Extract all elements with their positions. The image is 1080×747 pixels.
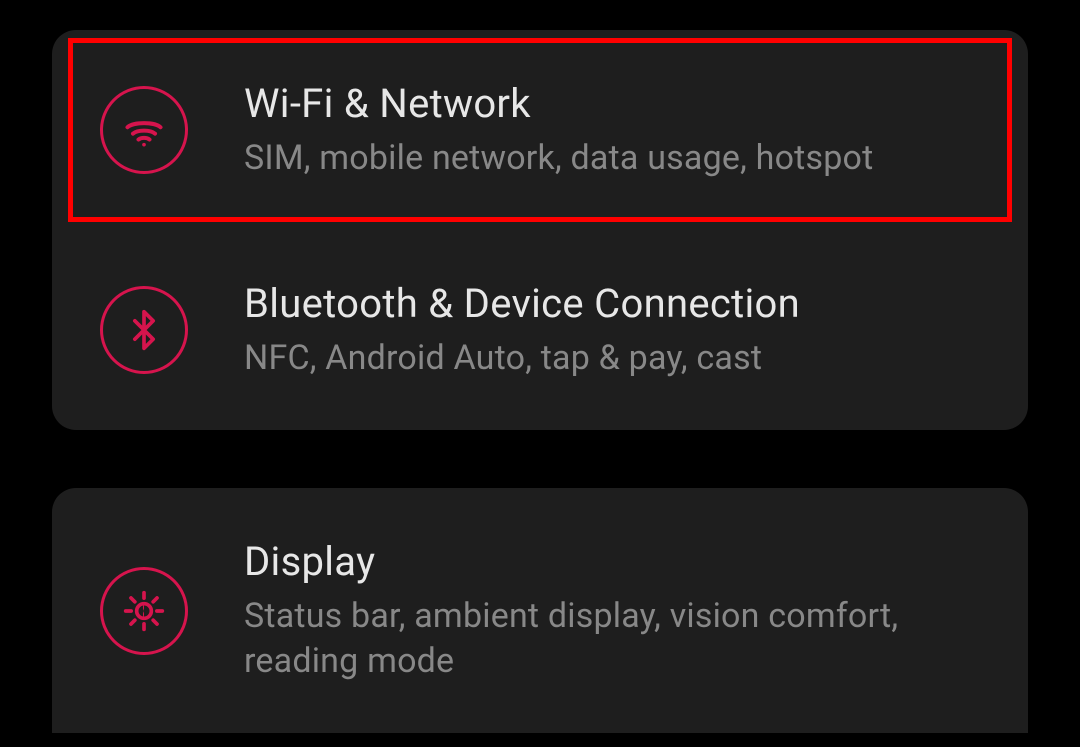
item-subtitle: SIM, mobile network, data usage, hotspot (244, 136, 873, 180)
item-subtitle: Status bar, ambient display, vision comf… (244, 594, 988, 682)
wifi-icon (100, 86, 188, 174)
item-text-block: Bluetooth & Device Connection NFC, Andro… (244, 280, 800, 380)
settings-card-network: Wi-Fi & Network SIM, mobile network, dat… (52, 30, 1028, 430)
settings-item-display[interactable]: Display Status bar, ambient display, vis… (52, 488, 1028, 732)
item-text-block: Display Status bar, ambient display, vis… (244, 538, 988, 682)
bluetooth-icon (100, 286, 188, 374)
item-text-block: Wi-Fi & Network SIM, mobile network, dat… (244, 80, 873, 180)
item-subtitle: NFC, Android Auto, tap & pay, cast (244, 336, 800, 380)
item-title: Bluetooth & Device Connection (244, 280, 800, 328)
settings-card-display: Display Status bar, ambient display, vis… (52, 488, 1028, 732)
settings-item-bluetooth[interactable]: Bluetooth & Device Connection NFC, Andro… (52, 230, 1028, 430)
item-title: Wi-Fi & Network (244, 80, 873, 128)
item-title: Display (244, 538, 988, 586)
settings-item-wifi-network[interactable]: Wi-Fi & Network SIM, mobile network, dat… (52, 30, 1028, 230)
brightness-icon (100, 567, 188, 655)
